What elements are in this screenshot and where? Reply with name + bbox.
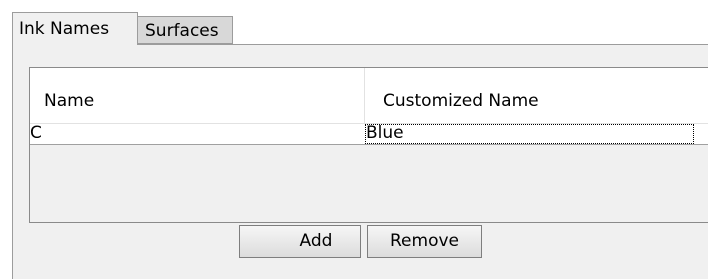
remove-button[interactable]: Remove — [367, 225, 482, 258]
ink-names-panel: Name Customized Name C Blue Add Remove — [12, 44, 708, 279]
tab-surfaces[interactable]: Surfaces — [138, 16, 233, 44]
cell-name[interactable]: C — [30, 124, 365, 144]
tab-ink-names[interactable]: Ink Names — [12, 12, 138, 45]
add-button[interactable]: Add — [239, 225, 361, 258]
column-header-name[interactable]: Name — [30, 68, 365, 123]
column-header-customized-name[interactable]: Customized Name — [365, 68, 708, 123]
table-row[interactable]: C Blue — [30, 124, 708, 145]
table-header: Name Customized Name — [30, 68, 708, 124]
cell-customized-name[interactable]: Blue — [365, 124, 694, 144]
ink-names-table: Name Customized Name C Blue — [29, 67, 708, 223]
